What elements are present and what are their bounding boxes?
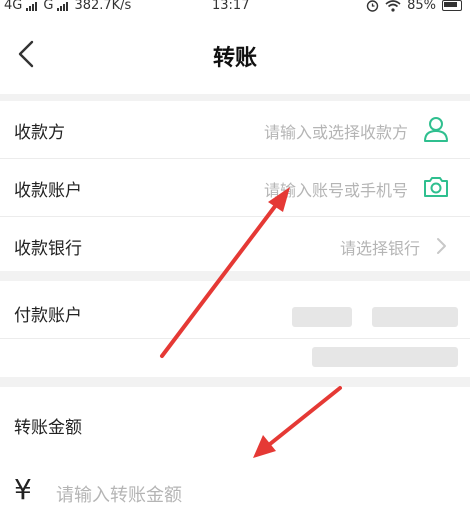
annotation-arrow-2-head [253,435,276,458]
annotation-arrow-1 [160,203,278,358]
annotation-arrow-2 [268,386,342,446]
annotation-arrows [160,187,342,458]
